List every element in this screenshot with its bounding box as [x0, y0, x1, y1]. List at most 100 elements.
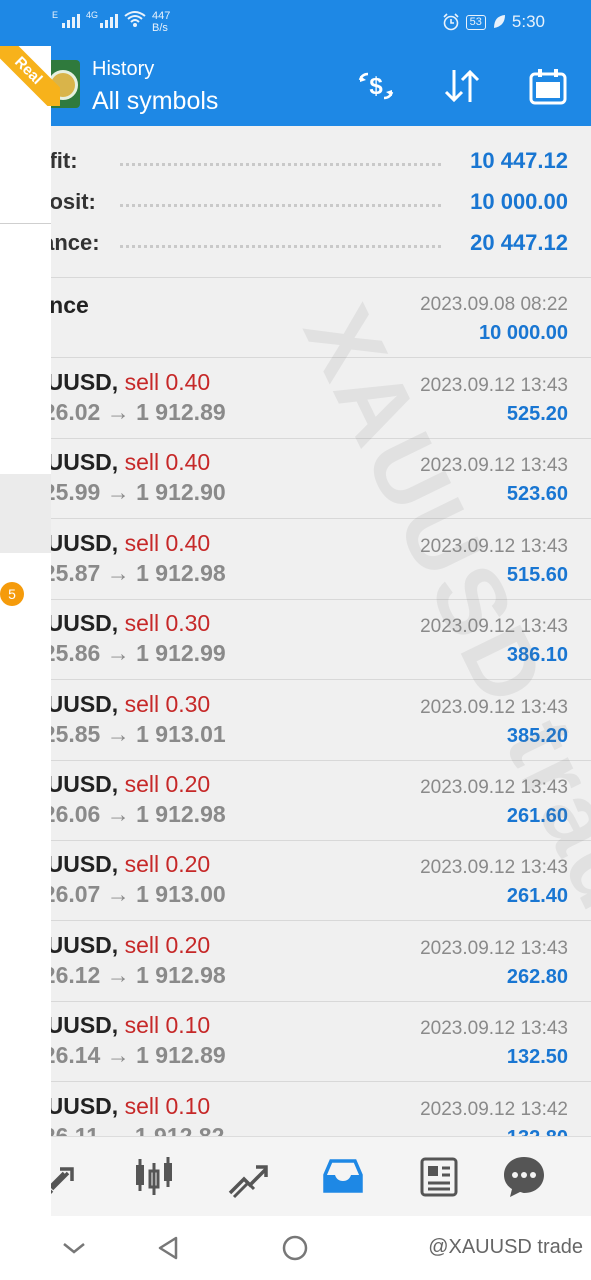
deal-prices: 926.14 → 1 912.89	[30, 1042, 226, 1068]
deal-prices: 926.11 → 1 912.82	[30, 1123, 225, 1136]
deal-row[interactable]: AUUSD, sell 0.40 926.02 → 1 912.89 2023.…	[0, 359, 591, 439]
summary-balance-row: lance: 20 447.12	[0, 222, 591, 262]
app-bar: History All symbols $	[0, 46, 591, 126]
profit-value: 10 447.12	[470, 148, 568, 173]
chart-icon[interactable]	[126, 1149, 182, 1205]
deal-prices: 925.87 → 1 912.98	[30, 560, 226, 586]
deal-symbol: AUUSD, sell 0.10	[30, 1012, 210, 1039]
deal-row[interactable]: AUUSD, sell 0.10 926.14 → 1 912.89 2023.…	[0, 1002, 591, 1082]
deal-date: 2023.09.12 13:43	[420, 536, 568, 557]
deal-prices: 925.99 → 1 912.90	[30, 479, 226, 505]
deal-prices: 925.85 → 1 913.01	[30, 721, 226, 747]
news-icon[interactable]	[410, 1149, 466, 1205]
deal-side: sell 0.20	[124, 851, 211, 877]
deal-date: 2023.09.12 13:43	[420, 777, 568, 798]
balance-row[interactable]: lance 2023.09.08 08:22 10 000.00	[0, 278, 591, 358]
dot-leader	[120, 163, 441, 166]
sort-icon[interactable]	[442, 66, 482, 106]
deal-side: sell 0.40	[124, 530, 211, 556]
deal-prices: 926.12 → 1 912.98	[30, 962, 226, 988]
deal-side: sell 0.40	[124, 449, 211, 475]
deal-date: 2023.09.12 13:43	[420, 1018, 568, 1039]
deal-row[interactable]: AUUSD, sell 0.40 925.99 → 1 912.90 2023.…	[0, 439, 591, 519]
ribbon-label: Real	[0, 46, 60, 106]
deal-profit: 262.80	[506, 966, 568, 988]
leaf-icon	[493, 15, 505, 28]
deal-prices: 926.02 → 1 912.89	[30, 399, 226, 425]
deal-date: 2023.09.12 13:43	[420, 455, 568, 476]
signal-4g-icon: 4G	[86, 10, 118, 28]
balance-entry-amount: 10 000.00	[479, 322, 568, 344]
status-left: E 4G 447 B/s	[52, 10, 170, 34]
deposit-value: 10 000.00	[470, 189, 568, 214]
drawer-divider	[0, 223, 51, 224]
deal-row[interactable]: AUUSD, sell 0.20 926.12 → 1 912.98 2023.…	[0, 922, 591, 1002]
deal-row[interactable]: AUUSD, sell 0.30 925.86 → 1 912.99 2023.…	[0, 600, 591, 680]
account-type-ribbon: Real	[0, 46, 60, 106]
history-list: lance 2023.09.08 08:22 10 000.00 AUUSD, …	[0, 278, 591, 1136]
deal-symbol: AUUSD, sell 0.30	[30, 691, 210, 718]
deal-row[interactable]: AUUSD, sell 0.20 926.07 → 1 913.00 2023.…	[0, 841, 591, 921]
deal-date: 2023.09.12 13:43	[420, 375, 568, 396]
deal-date: 2023.09.12 13:42	[420, 1099, 568, 1120]
summary-profit-row: ofit: 10 447.12	[0, 140, 591, 180]
dot-leader	[120, 204, 441, 207]
deal-profit: 132.50	[506, 1046, 568, 1068]
svg-text:$: $	[369, 73, 383, 100]
deal-row[interactable]: AUUSD, sell 0.10 926.11 → 1 912.82 2023.…	[0, 1083, 591, 1136]
deal-row[interactable]: AUUSD, sell 0.30 925.85 → 1 913.01 2023.…	[0, 681, 591, 761]
deal-date: 2023.09.12 13:43	[420, 857, 568, 878]
deal-profit: 261.40	[506, 885, 568, 907]
deal-side: sell 0.20	[124, 771, 211, 797]
deal-profit: 515.60	[506, 564, 568, 586]
drawer-selected-item[interactable]	[0, 474, 51, 553]
deal-side: sell 0.30	[124, 691, 211, 717]
currency-exchange-icon[interactable]: $	[356, 66, 396, 106]
deal-profit: 132.80	[507, 1127, 568, 1136]
deal-date: 2023.09.12 13:43	[420, 697, 568, 718]
deal-profit: 386.10	[506, 644, 568, 666]
deal-symbol: AUUSD, sell 0.10	[30, 1093, 210, 1120]
speed-unit: B/s	[152, 22, 168, 34]
calendar-icon[interactable]	[528, 66, 568, 106]
deal-symbol: AUUSD, sell 0.20	[30, 932, 210, 959]
deal-symbol: AUUSD, sell 0.40	[30, 449, 210, 476]
deal-date: 2023.09.12 13:43	[420, 938, 568, 959]
back-icon[interactable]	[152, 1232, 184, 1264]
summary-panel: ofit: 10 447.12 posit: 10 000.00 lance: …	[0, 126, 591, 278]
deal-side: sell 0.20	[124, 932, 211, 958]
network-speed: 447 B/s	[152, 10, 170, 34]
messages-icon[interactable]	[496, 1149, 552, 1205]
deal-date: 2023.09.12 13:43	[420, 616, 568, 637]
deal-side: sell 0.30	[124, 610, 211, 636]
deal-symbol: AUUSD, sell 0.30	[30, 610, 210, 637]
deal-row[interactable]: AUUSD, sell 0.40 925.87 → 1 912.98 2023.…	[0, 520, 591, 600]
deal-row[interactable]: AUUSD, sell 0.20 926.06 → 1 912.98 2023.…	[0, 761, 591, 841]
deal-side: sell 0.10	[124, 1093, 211, 1119]
deal-side: sell 0.40	[124, 369, 211, 395]
deal-symbol: AUUSD, sell 0.40	[30, 369, 210, 396]
wifi-icon	[124, 11, 146, 27]
side-drawer[interactable]: 5	[0, 46, 51, 1216]
history-icon[interactable]	[315, 1149, 371, 1205]
system-nav-bar: @XAUUSD trade	[0, 1216, 591, 1280]
deal-symbol: AUUSD, sell 0.20	[30, 771, 210, 798]
signal-icon: E	[52, 10, 80, 28]
deal-prices: 926.06 → 1 912.98	[30, 801, 226, 827]
deal-profit: 523.60	[506, 483, 568, 505]
clock: 5:30	[511, 12, 545, 31]
notification-badge: 5	[0, 582, 24, 606]
summary-deposit-row: posit: 10 000.00	[0, 181, 591, 221]
balance-entry-date: 2023.09.08 08:22	[420, 294, 568, 315]
deal-profit: 525.20	[506, 403, 568, 425]
overlay-watermark: @XAUUSD trade	[428, 1236, 583, 1258]
signal-type-label: E	[52, 10, 59, 20]
deal-symbol: AUUSD, sell 0.40	[30, 530, 210, 557]
page-title: History	[92, 58, 155, 80]
battery-icon: 53	[465, 14, 486, 30]
home-icon[interactable]	[279, 1232, 311, 1264]
trade-icon[interactable]	[220, 1149, 276, 1205]
speed-value: 447	[152, 10, 171, 22]
chevron-down-icon[interactable]	[58, 1232, 90, 1264]
symbol-filter[interactable]: All symbols	[92, 87, 218, 116]
